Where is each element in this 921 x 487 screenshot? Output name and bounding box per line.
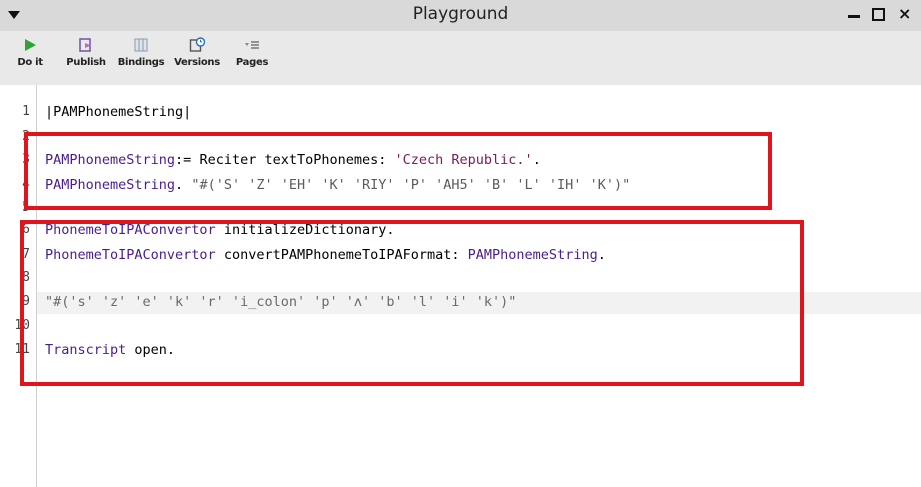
versions-label: Versions bbox=[174, 57, 220, 68]
close-icon[interactable]: × bbox=[898, 4, 911, 23]
annotation-box-lower bbox=[20, 220, 804, 386]
maximize-icon[interactable] bbox=[872, 8, 885, 21]
pages-label: Pages bbox=[235, 57, 269, 68]
bindings-label: Bindings bbox=[117, 57, 165, 68]
minimize-icon[interactable] bbox=[848, 15, 860, 18]
annotation-box-upper bbox=[24, 132, 772, 210]
window-title: Playground bbox=[412, 4, 509, 24]
play-icon bbox=[25, 39, 36, 51]
versions-icon bbox=[189, 37, 205, 52]
do-it-button[interactable]: Do it bbox=[12, 37, 48, 68]
do-it-label: Do it bbox=[17, 57, 43, 68]
bindings-button[interactable]: Bindings bbox=[116, 37, 166, 68]
window-titlebar[interactable]: Playground × bbox=[0, 0, 921, 31]
publish-icon bbox=[79, 38, 91, 52]
temp-var-declaration: |PAMPhonemeString| bbox=[45, 104, 192, 120]
versions-button[interactable]: Versions bbox=[173, 37, 221, 68]
code-line-1[interactable]: |PAMPhonemeString| bbox=[45, 104, 191, 120]
bindings-icon bbox=[134, 38, 148, 52]
toolbar: Do it Publish Bindings Versions Pages bbox=[0, 31, 921, 85]
publish-button[interactable]: Publish bbox=[64, 37, 108, 68]
pages-button[interactable]: Pages bbox=[234, 37, 270, 68]
publish-label: Publish bbox=[66, 57, 106, 68]
pages-icon bbox=[245, 41, 259, 49]
line-number: 1 bbox=[22, 104, 30, 119]
